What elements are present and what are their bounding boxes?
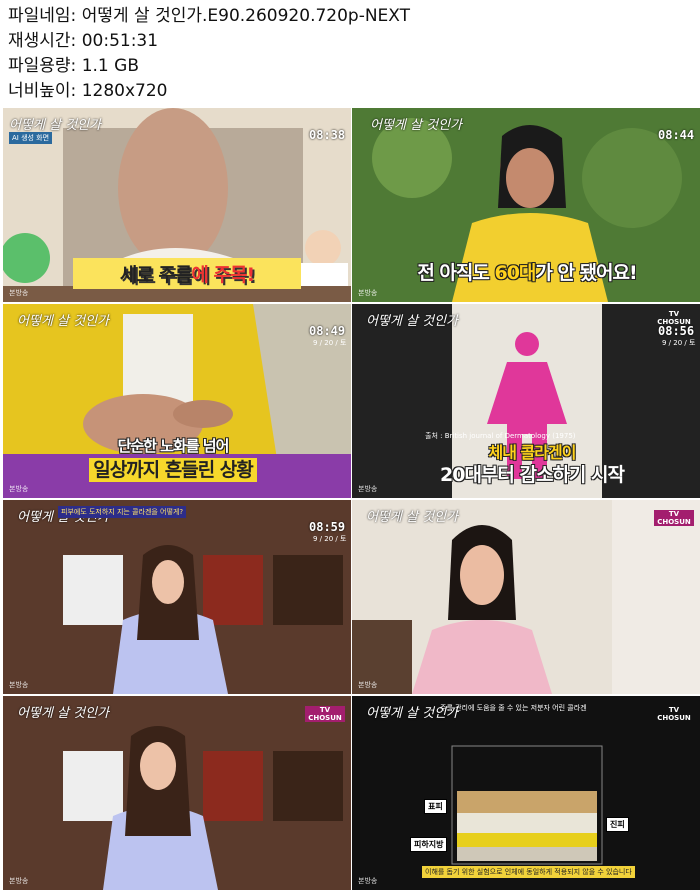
resolution-value: 1280x720 (81, 81, 168, 101)
subtitle: 체내 콜라겐이 20대부터 감소하기 시작 (402, 442, 662, 486)
tv-chosun-label: TV CHOSUN (657, 706, 691, 722)
show-logo: 어떻게 살 것인가 (17, 314, 109, 329)
subtitle-part-b: 에 주목! (191, 264, 255, 286)
subtitle: 단순한 노화를 넘어 일상까지 흔들린 상황 (43, 434, 303, 482)
broadcast-tag: 본방송 (358, 681, 378, 689)
layer-label-subcutaneous: 피하지방 (410, 837, 448, 852)
show-logo: 어떻게 살 것인가 (370, 118, 462, 133)
subtitle: 전 아직도 60대가 안 됐어요! (412, 258, 642, 285)
broadcast-tag: 본방송 (358, 485, 378, 493)
tv-chosun-label: TV CHOSUN (654, 510, 694, 526)
subtitle-part-c: 가 안 됐어요! (535, 262, 637, 284)
thumbnail-2[interactable]: 어떻게 살 것인가 08:44 전 아직도 60대가 안 됐어요! 본방송 (352, 108, 700, 302)
experiment-notice: 이해를 돕기 위한 실험으로 인체에 동일하게 적용되지 않을 수 있습니다 (422, 866, 635, 878)
subtitle-line-1: 체내 콜라겐이 (488, 443, 577, 462)
broadcast-tag: 본방송 (9, 877, 29, 885)
layer-label-epidermis: 표피 (424, 799, 447, 814)
timestamp: 08:56 (658, 324, 695, 338)
subtitle-line-2: 20대부터 감소하기 시작 (440, 464, 625, 486)
filesize-row: 파일용량: 1.1 GB (8, 54, 410, 79)
timestamp: 08:49 (309, 324, 346, 338)
thumbnail-3[interactable]: 어떻게 살 것인가 08:49 9 / 20 / 토 단순한 노화를 넘어 일상… (3, 304, 351, 498)
broadcast-tag: 본방송 (9, 289, 29, 297)
filename-value: 어떻게 살 것인가.E90.260920.720p-NEXT (81, 6, 411, 26)
broadcast-date: 9 / 20 / 토 (313, 535, 347, 543)
topic-caption: 주름 관리에 도움을 줄 수 있는 저분자 어린 콜라겐 (440, 704, 587, 712)
tv-chosun-label: TV CHOSUN (305, 706, 345, 722)
filename-row: 파일네임: 어떻게 살 것인가.E90.260920.720p-NEXT (8, 4, 410, 29)
show-logo: 어떻게 살 것인가 (9, 118, 101, 133)
broadcast-tag: 본방송 (358, 289, 378, 297)
subtitle-line-1: 단순한 노화를 넘어 (117, 437, 230, 455)
broadcast-date: 9 / 20 / 토 (662, 339, 696, 347)
show-logo: 어떻게 살 것인가 (17, 706, 109, 721)
subtitle-part-a: 세로 주름 (119, 264, 193, 286)
broadcast-date: 9 / 20 / 토 (313, 339, 347, 347)
host-studio-image (3, 500, 351, 694)
show-logo: 어떻게 살 것인가 (366, 510, 458, 525)
layer-label-dermis: 진피 (606, 817, 629, 832)
timestamp: 08:44 (658, 128, 695, 142)
show-logo: 어떻게 살 것인가 (366, 314, 458, 329)
subtitle-line-2: 일상까지 흔들린 상황 (89, 458, 257, 482)
broadcast-tag: 본방송 (9, 681, 29, 689)
subtitle-part-a: 전 아직도 (417, 262, 495, 284)
thumbnail-6[interactable]: 어떻게 살 것인가 TV CHOSUN 본방송 (352, 500, 700, 694)
timestamp: 08:38 (309, 128, 346, 142)
subtitle-part-b: 60대 (494, 262, 536, 284)
timestamp: 08:59 (309, 520, 346, 534)
ai-caption: AI 생성 화면 (9, 132, 53, 144)
resolution-label: 너비높이: (8, 81, 77, 101)
runtime-value: 00:51:31 (81, 31, 159, 51)
resolution-row: 너비높이: 1280x720 (8, 79, 410, 104)
filename-label: 파일네임: (8, 6, 77, 26)
host-studio-image-2 (3, 696, 351, 890)
thumbnail-8[interactable]: 어떻게 살 것인가 주름 관리에 도움을 줄 수 있는 저분자 어린 콜라겐 T… (352, 696, 700, 890)
source-caption: 출처 : British journal of Dermatology (197… (425, 432, 576, 440)
runtime-label: 재생시간: (8, 31, 77, 51)
file-info: 파일네임: 어떻게 살 것인가.E90.260920.720p-NEXT 재생시… (8, 4, 410, 104)
thumbnail-1[interactable]: AI 생성 화면 어떻게 살 것인가 08:38 세로 주름에 주목! 본방송 (3, 108, 351, 302)
filesize-value: 1.1 GB (81, 56, 139, 76)
thumbnail-5[interactable]: 어떻게 살 것인가 피부에도 도저하지 지는 콜라겐을 어떻게? 08:59 9… (3, 500, 351, 694)
skin-layer-experiment-image (352, 696, 700, 890)
thumbnail-4[interactable]: 어떻게 살 것인가 TV CHOSUN 08:56 9 / 20 / 토 출처 … (352, 304, 700, 498)
guest-interview-image (352, 500, 700, 694)
subtitle: 세로 주름에 주목! (73, 258, 301, 289)
topic-caption: 피부에도 도저하지 지는 콜라겐을 어떻게? (58, 506, 187, 518)
thumbnail-7[interactable]: 어떻게 살 것인가 TV CHOSUN 본방송 (3, 696, 351, 890)
filesize-label: 파일용량: (8, 56, 77, 76)
broadcast-tag: 본방송 (9, 485, 29, 493)
broadcast-tag: 본방송 (358, 877, 378, 885)
runtime-row: 재생시간: 00:51:31 (8, 29, 410, 54)
